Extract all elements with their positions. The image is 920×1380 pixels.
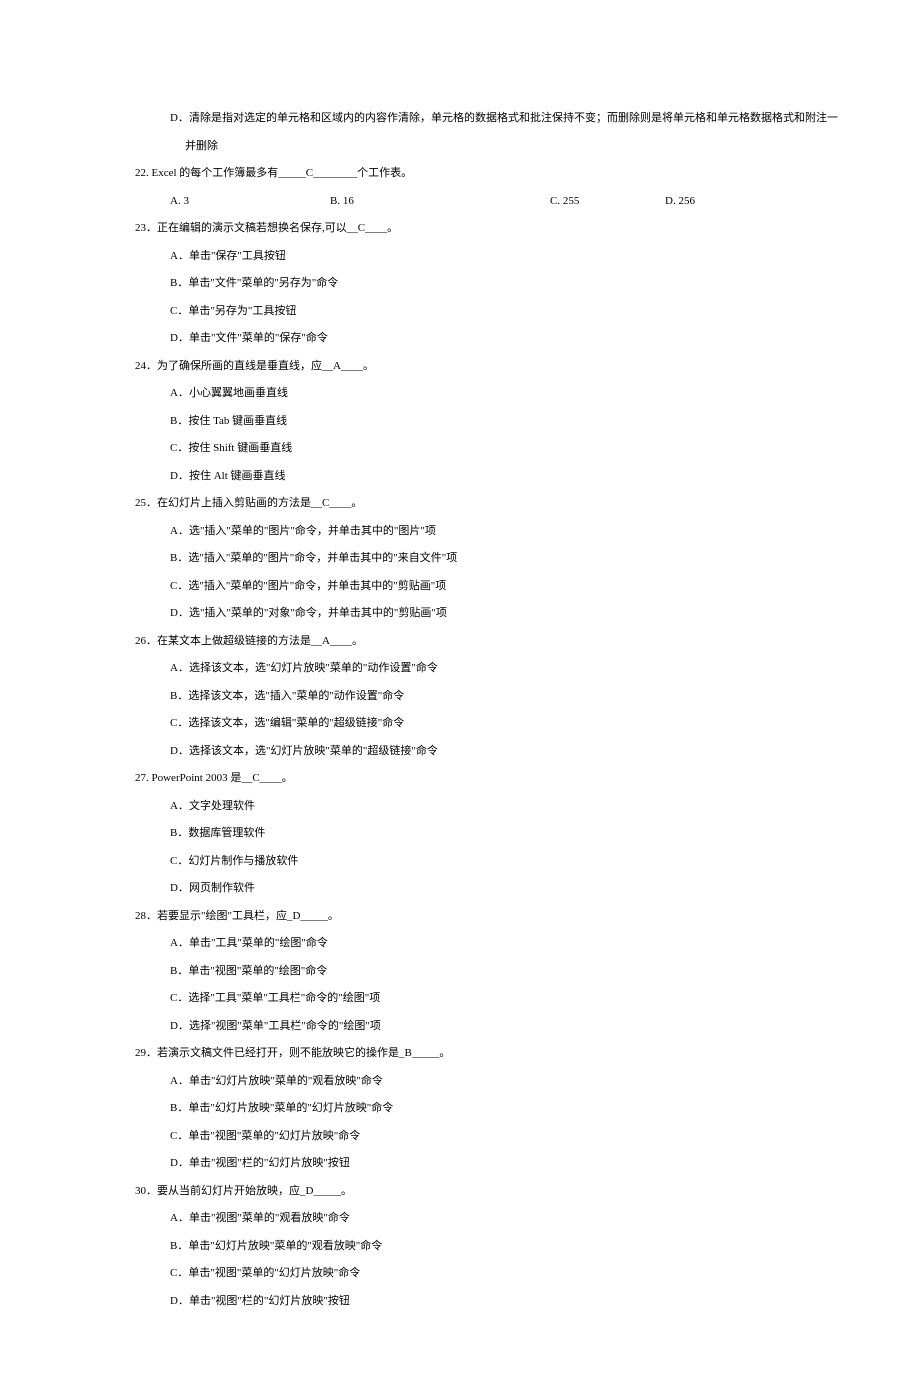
q22-options: A. 3 B. 16 C. 255 D. 256 <box>135 193 860 210</box>
q27-option-b: B．数据库管理软件 <box>135 825 860 842</box>
q28-option-c: C．选择"工具"菜单"工具栏"命令的"绘图"项 <box>135 990 860 1007</box>
q26-option-d: D．选择该文本，选"幻灯片放映"菜单的"超级链接"命令 <box>135 743 860 760</box>
q22-option-c: C. 255 <box>550 193 665 210</box>
q21-option-d: D．清除是指对选定的单元格和区域内的内容作清除，单元格的数据格式和批注保持不变；… <box>135 110 860 127</box>
q24-option-d: D．按住 Alt 键画垂直线 <box>135 468 860 485</box>
q24-option-b: B．按住 Tab 键画垂直线 <box>135 413 860 430</box>
q28-option-a: A．单击"工具"菜单的"绘图"命令 <box>135 935 860 952</box>
q30-option-a: A．单击"视图"菜单的"观看放映"命令 <box>135 1210 860 1227</box>
q29-option-b: B．单击"幻灯片放映"菜单的"幻灯片放映"命令 <box>135 1100 860 1117</box>
q22-option-d: D. 256 <box>665 193 695 210</box>
exam-page: D．清除是指对选定的单元格和区域内的内容作清除，单元格的数据格式和批注保持不变；… <box>0 110 920 1309</box>
q26-stem: 26．在某文本上做超级链接的方法是__A____。 <box>135 633 860 650</box>
q24-stem: 24．为了确保所画的直线是垂直线，应__A____。 <box>135 358 860 375</box>
q23-option-a: A．单击"保存"工具按钮 <box>135 248 860 265</box>
q23-option-b: B．单击"文件"菜单的"另存为"命令 <box>135 275 860 292</box>
q28-option-d: D．选择"视图"菜单"工具栏"命令的"绘图"项 <box>135 1018 860 1035</box>
q30-option-b: B．单击"幻灯片放映"菜单的"观看放映"命令 <box>135 1238 860 1255</box>
q23-stem: 23．正在编辑的演示文稿若想换名保存,可以__C____。 <box>135 220 860 237</box>
q23-option-c: C．单击"另存为"工具按钮 <box>135 303 860 320</box>
q29-option-c: C．单击"视图"菜单的"幻灯片放映"命令 <box>135 1128 860 1145</box>
q26-option-c: C．选择该文本，选"编辑"菜单的"超级链接"命令 <box>135 715 860 732</box>
q24-option-c: C．按住 Shift 键画垂直线 <box>135 440 860 457</box>
q26-option-a: A．选择该文本，选"幻灯片放映"菜单的"动作设置"命令 <box>135 660 860 677</box>
q27-option-c: C．幻灯片制作与播放软件 <box>135 853 860 870</box>
q30-option-d: D．单击"视图"栏的"幻灯片放映"按钮 <box>135 1293 860 1310</box>
q27-stem: 27. PowerPoint 2003 是__C____。 <box>135 770 860 787</box>
q25-option-b: B．选"插入"菜单的"图片"命令，并单击其中的"来自文件"项 <box>135 550 860 567</box>
q28-option-b: B．单击"视图"菜单的"绘图"命令 <box>135 963 860 980</box>
q24-option-a: A．小心翼翼地画垂直线 <box>135 385 860 402</box>
q29-option-d: D．单击"视图"栏的"幻灯片放映"按钮 <box>135 1155 860 1172</box>
q22-option-b: B. 16 <box>330 193 550 210</box>
q28-stem: 28．若要显示"绘图"工具栏，应_D_____。 <box>135 908 860 925</box>
q22-option-a: A. 3 <box>170 193 330 210</box>
q30-stem: 30．要从当前幻灯片开始放映，应_D_____。 <box>135 1183 860 1200</box>
q26-option-b: B．选择该文本，选"插入"菜单的"动作设置"命令 <box>135 688 860 705</box>
q30-option-c: C．单击"视图"菜单的"幻灯片放映"命令 <box>135 1265 860 1282</box>
q23-option-d: D．单击"文件"菜单的"保存"命令 <box>135 330 860 347</box>
q21-option-d-cont: 并删除 <box>135 138 860 155</box>
q25-option-c: C．选"插入"菜单的"图片"命令，并单击其中的"剪贴画"项 <box>135 578 860 595</box>
q27-option-d: D．网页制作软件 <box>135 880 860 897</box>
q27-option-a: A．文字处理软件 <box>135 798 860 815</box>
q25-option-d: D．选"插入"菜单的"对象"命令，并单击其中的"剪贴画"项 <box>135 605 860 622</box>
q25-stem: 25．在幻灯片上插入剪贴画的方法是__C____。 <box>135 495 860 512</box>
q25-option-a: A．选"插入"菜单的"图片"命令，并单击其中的"图片"项 <box>135 523 860 540</box>
q29-option-a: A．单击"幻灯片放映"菜单的"观看放映"命令 <box>135 1073 860 1090</box>
q22-stem: 22. Excel 的每个工作簿最多有_____C________个工作表。 <box>135 165 860 182</box>
q29-stem: 29．若演示文稿文件已经打开，则不能放映它的操作是_B_____。 <box>135 1045 860 1062</box>
